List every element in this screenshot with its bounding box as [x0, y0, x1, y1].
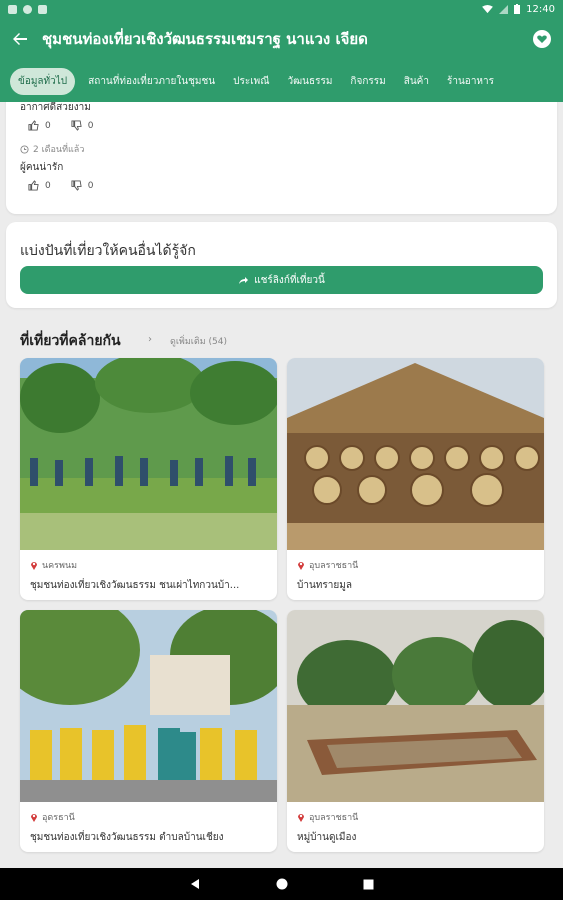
location-pin-icon — [31, 562, 37, 570]
content-scroll-area[interactable]: อากาศดีสวยงาม 0 0 2 เดือนที่แล้ว ผู้คนน่… — [0, 102, 563, 868]
place-card[interactable]: อุดรธานี ชุมชนท่องเที่ยวเชิงวัฒนธรรม ตำบ… — [20, 610, 277, 852]
cell-signal-icon — [499, 4, 509, 14]
wifi-icon — [482, 4, 494, 13]
review-text: อากาศดีสวยงาม — [20, 102, 91, 113]
tab-attractions[interactable]: สถานที่ท่องเที่ยวภายในชุมชน — [79, 68, 224, 95]
like-count: 0 — [45, 180, 51, 191]
page-title: ชุมชนท่องเที่ยวเชิงวัฒนธรรมเชมราฐ นาแวง … — [42, 30, 368, 48]
thumb-down-icon[interactable] — [71, 180, 82, 191]
battery-icon — [514, 4, 521, 14]
dislike-count: 0 — [87, 180, 94, 191]
chevron-right-icon: › — [148, 334, 152, 345]
nav-back-icon[interactable] — [189, 878, 201, 890]
place-name: บ้านทรายมูล — [297, 580, 352, 591]
see-more-link[interactable]: ดูเพิ่มเติม (54) — [170, 334, 227, 348]
location-pin-icon — [31, 814, 37, 822]
sync-notification-icon — [23, 4, 32, 14]
app-bar: ชุมชนท่องเที่ยวเชิงวัฒนธรรมเชมราฐ นาแวง … — [0, 18, 563, 60]
nav-recents-icon[interactable] — [363, 879, 374, 890]
sd-card-icon — [38, 4, 47, 14]
place-province: อุบลราชธานี — [309, 813, 359, 823]
place-photo — [20, 610, 277, 802]
location-pin-icon — [298, 562, 304, 570]
clock-icon — [20, 144, 29, 154]
place-photo — [20, 358, 277, 550]
place-photo — [287, 358, 544, 550]
like-count: 0 — [45, 120, 51, 131]
share-link-button[interactable]: แชร์ลิงก์ที่เที่ยวนี้ — [20, 266, 543, 294]
clock-time: 12:40 — [526, 3, 555, 15]
reviews-card: อากาศดีสวยงาม 0 0 2 เดือนที่แล้ว ผู้คนน่… — [6, 102, 557, 214]
heart-circle-icon — [533, 30, 551, 48]
category-tabs: ข้อมูลทั่วไป สถานที่ท่องเที่ยวภายในชุมชน… — [0, 60, 563, 102]
thumb-down-icon[interactable] — [71, 120, 82, 131]
tab-culture[interactable]: วัฒนธรรม — [279, 68, 342, 95]
favorite-button[interactable] — [531, 28, 553, 50]
place-card[interactable]: นครพนม ชุมชนท่องเที่ยวเชิงวัฒนธรรม ชนเผ่… — [20, 358, 277, 600]
thumb-up-icon[interactable] — [28, 120, 39, 131]
app-notification-icon — [8, 4, 17, 14]
tab-traditions[interactable]: ประเพณี — [224, 68, 278, 95]
share-heading: แบ่งปันที่เที่ยวให้คนอื่นได้รู้จัก — [20, 243, 196, 259]
place-name: ชุมชนท่องเที่ยวเชิงวัฒนธรรม ตำบลบ้านเชีย… — [30, 832, 224, 843]
share-button-label: แชร์ลิงก์ที่เที่ยวนี้ — [254, 274, 325, 286]
arrow-back-icon — [13, 33, 27, 45]
dislike-count: 0 — [87, 120, 94, 131]
share-icon — [239, 277, 249, 284]
place-province: อุบลราชธานี — [309, 561, 359, 571]
nav-home-icon[interactable] — [276, 878, 288, 890]
status-bar: 12:40 — [0, 0, 563, 18]
tab-activities[interactable]: กิจกรรม — [341, 68, 394, 95]
system-nav-bar — [0, 868, 563, 900]
review-time: 2 เดือนที่แล้ว — [33, 145, 85, 155]
place-card[interactable]: อุบลราชธานี บ้านทรายมูล — [287, 358, 544, 600]
place-name: ชุมชนท่องเที่ยวเชิงวัฒนธรรม ชนเผ่าไทกวนบ… — [30, 580, 240, 591]
review-text: ผู้คนน่ารัก — [20, 162, 64, 173]
place-photo — [287, 610, 544, 802]
place-card[interactable]: อุบลราชธานี หมู่บ้านดูเมือง — [287, 610, 544, 852]
thumb-up-icon[interactable] — [28, 180, 39, 191]
back-button[interactable] — [10, 29, 30, 49]
tab-products[interactable]: สินค้า — [395, 68, 438, 95]
similar-places-title: ที่เที่ยวที่คล้ายกัน — [20, 333, 121, 349]
share-card: แบ่งปันที่เที่ยวให้คนอื่นได้รู้จัก แชร์ล… — [6, 222, 557, 308]
place-province: นครพนม — [42, 561, 78, 571]
tab-general-info[interactable]: ข้อมูลทั่วไป — [10, 67, 76, 95]
place-name: หมู่บ้านดูเมือง — [297, 832, 357, 843]
tab-restaurants[interactable]: ร้านอาหาร — [438, 68, 503, 95]
location-pin-icon — [298, 814, 304, 822]
notification-icons — [8, 4, 47, 14]
place-province: อุดรธานี — [42, 813, 75, 823]
